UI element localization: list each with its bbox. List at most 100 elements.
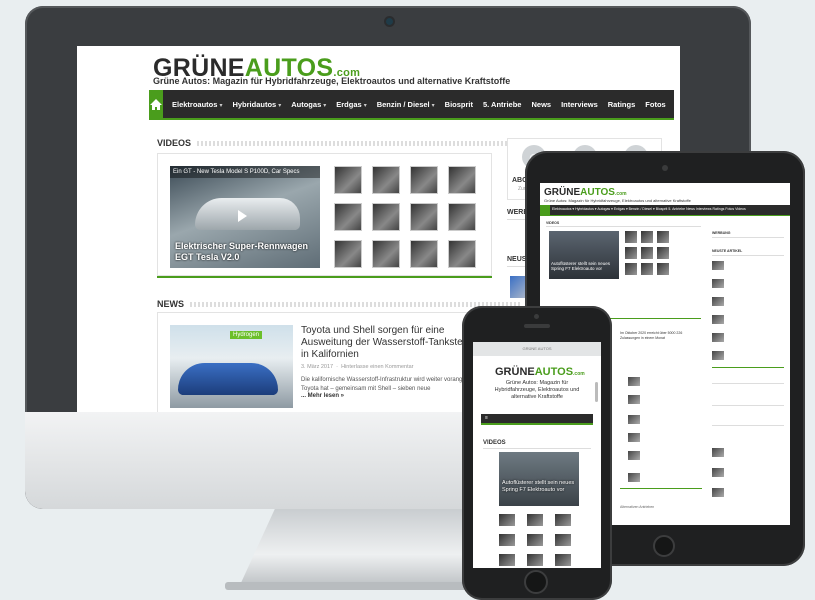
video-thumbnail[interactable] bbox=[555, 514, 571, 526]
tablet-side-thumb[interactable] bbox=[712, 261, 724, 270]
news-section-title: NEWS bbox=[157, 299, 520, 309]
video-caption: Elektrischer Super-Rennwagen EGT Tesla V… bbox=[175, 241, 309, 262]
tablet-side-thumb[interactable] bbox=[712, 448, 724, 457]
phone-screen: GRÜNE AUTOS GRÜNEAUTOS.com Grüne Autos: … bbox=[473, 342, 601, 568]
videos-section-title: VIDEOS bbox=[157, 138, 522, 148]
tablet-featured-video[interactable]: Autoflüsterer stellt sein neues Spring F… bbox=[549, 231, 619, 279]
tablet-side-thumb[interactable] bbox=[712, 279, 724, 288]
news-article-image[interactable]: Hydrogen bbox=[170, 325, 293, 408]
home-icon[interactable] bbox=[540, 205, 550, 215]
video-thumbnail[interactable] bbox=[448, 166, 476, 194]
phone-site-logo[interactable]: GRÜNEAUTOS.com bbox=[495, 366, 585, 378]
tablet-home-button[interactable] bbox=[653, 535, 675, 557]
play-icon[interactable] bbox=[238, 210, 247, 222]
nav-item-5-antriebe[interactable]: 5. Antriebe bbox=[478, 100, 526, 109]
news-article: Hydrogen Toyota und Shell sorgen für ein… bbox=[157, 312, 492, 419]
video-thumbnail[interactable] bbox=[657, 263, 669, 275]
video-top-title: Ein GT - New Tesla Model S P100D, Car Sp… bbox=[170, 166, 320, 178]
video-thumbnail[interactable] bbox=[641, 231, 653, 243]
tablet-news-thumb[interactable] bbox=[628, 415, 640, 424]
video-thumbnail[interactable] bbox=[527, 534, 543, 546]
news-comments-link[interactable]: Hinterlasse einen Kommentar bbox=[341, 364, 413, 370]
video-thumbnail[interactable] bbox=[527, 554, 543, 566]
nav-item-interviews[interactable]: Interviews bbox=[556, 100, 603, 109]
tablet-side-accent bbox=[712, 367, 784, 368]
video-thumbnail[interactable] bbox=[499, 554, 515, 566]
featured-video[interactable]: Ein GT - New Tesla Model S P100D, Car Sp… bbox=[170, 166, 320, 268]
menu-icon[interactable]: ≡ bbox=[485, 415, 488, 421]
nav-item-autogas[interactable]: Autogas ▾ bbox=[286, 100, 331, 109]
tablet-site-logo[interactable]: GRÜNEAUTOS.com bbox=[544, 187, 627, 198]
tablet-tagline: Grüne Autos: Magazin für Hybridfahrzeuge… bbox=[544, 198, 691, 203]
phone-featured-video[interactable]: Autoflüsterer stellt sein neues Spring F… bbox=[499, 452, 579, 506]
video-thumbnail[interactable] bbox=[334, 203, 362, 231]
tablet-news-headline[interactable]: Im Oktober 2020 erreicht über 5000 226 Z… bbox=[620, 331, 700, 341]
tablet-side-thumb[interactable] bbox=[712, 333, 724, 342]
nav-item-videos[interactable]: Videos bbox=[671, 100, 680, 109]
nav-item-elektroautos[interactable]: Elektroautos ▾ bbox=[167, 100, 227, 109]
video-thumbnails bbox=[334, 166, 476, 268]
tablet-side-thumb[interactable] bbox=[712, 351, 724, 360]
nav-item-erdgas[interactable]: Erdgas ▾ bbox=[331, 100, 371, 109]
tablet-side-thumb[interactable] bbox=[712, 315, 724, 324]
tablet-werbung-title: WERBUNG bbox=[712, 231, 731, 235]
read-more-link[interactable]: ... Mehr lesen » bbox=[301, 393, 344, 399]
tablet-news-thumb[interactable] bbox=[628, 377, 640, 386]
hydrogen-sign: Hydrogen bbox=[230, 331, 263, 339]
tablet-divider bbox=[546, 226, 701, 227]
video-thumbnail[interactable] bbox=[527, 514, 543, 526]
video-thumbnail[interactable] bbox=[657, 247, 669, 259]
nav-item-fotos[interactable]: Fotos bbox=[640, 100, 670, 109]
tablet-side-thumb[interactable] bbox=[712, 488, 724, 497]
news-article-meta: 3. März 2017 · Hinterlasse einen Komment… bbox=[301, 364, 414, 370]
video-thumbnail[interactable] bbox=[555, 554, 571, 566]
phone-home-button[interactable] bbox=[524, 570, 548, 594]
tablet-news-thumb[interactable] bbox=[628, 451, 640, 460]
site-tagline: Grüne Autos: Magazin für Hybridfahrzeuge… bbox=[153, 76, 511, 86]
phone-navigation[interactable]: ≡ bbox=[481, 414, 593, 423]
nav-item-benzin-diesel[interactable]: Benzin / Diesel ▾ bbox=[372, 100, 440, 109]
video-thumbnail[interactable] bbox=[641, 263, 653, 275]
chevron-down-icon: ▾ bbox=[363, 102, 367, 109]
video-thumbnail[interactable] bbox=[657, 231, 669, 243]
video-thumbnail[interactable] bbox=[499, 534, 515, 546]
video-thumbnail[interactable] bbox=[625, 247, 637, 259]
main-navigation: Elektroautos ▾ Hybridautos ▾ Autogas ▾ Erdg… bbox=[149, 90, 680, 118]
video-thumbnail[interactable] bbox=[410, 240, 438, 268]
phone-device: GRÜNE AUTOS GRÜNEAUTOS.com Grüne Autos: … bbox=[462, 306, 612, 600]
video-thumbnail[interactable] bbox=[372, 166, 400, 194]
home-button[interactable] bbox=[149, 90, 163, 118]
tablet-divider bbox=[712, 405, 784, 406]
nav-item-hybridautos[interactable]: Hybridautos ▾ bbox=[227, 100, 286, 109]
nav-item-news[interactable]: News bbox=[526, 100, 556, 109]
nav-accent-line bbox=[149, 118, 674, 120]
tablet-news-thumb[interactable] bbox=[628, 433, 640, 442]
video-thumbnail[interactable] bbox=[625, 263, 637, 275]
video-thumbnail[interactable] bbox=[334, 240, 362, 268]
video-thumbnail[interactable] bbox=[555, 534, 571, 546]
video-thumbnail[interactable] bbox=[499, 514, 515, 526]
video-thumbnail[interactable] bbox=[448, 240, 476, 268]
tablet-nav-items[interactable]: Elektroautos ▾ Hybridautos ▾ Autogas ▾ E… bbox=[552, 207, 746, 211]
video-thumbnail[interactable] bbox=[334, 166, 362, 194]
video-thumbnail[interactable] bbox=[410, 203, 438, 231]
video-thumbnail[interactable] bbox=[448, 203, 476, 231]
video-thumbnail[interactable] bbox=[641, 247, 653, 259]
phone-speaker bbox=[524, 324, 550, 328]
video-thumbnail[interactable] bbox=[410, 166, 438, 194]
video-thumbnail[interactable] bbox=[372, 240, 400, 268]
videos-panel: Ein GT - New Tesla Model S P100D, Car Sp… bbox=[157, 153, 492, 276]
video-thumbnail[interactable] bbox=[625, 231, 637, 243]
tablet-side-thumb[interactable] bbox=[712, 297, 724, 306]
tablet-news-thumb[interactable] bbox=[628, 473, 640, 482]
nav-item-ratings[interactable]: Ratings bbox=[603, 100, 641, 109]
news-date: 3. März 2017 bbox=[301, 364, 334, 370]
phone-scrollbar[interactable] bbox=[595, 382, 598, 402]
video-thumbnail[interactable] bbox=[372, 203, 400, 231]
tablet-divider bbox=[712, 237, 784, 238]
phone-divider bbox=[483, 448, 591, 449]
news-article-title[interactable]: Toyota und Shell sorgen für eine Ausweit… bbox=[301, 325, 486, 361]
tablet-news-thumb[interactable] bbox=[628, 395, 640, 404]
nav-item-biosprit[interactable]: Biosprit bbox=[440, 100, 478, 109]
tablet-side-thumb[interactable] bbox=[712, 468, 724, 477]
